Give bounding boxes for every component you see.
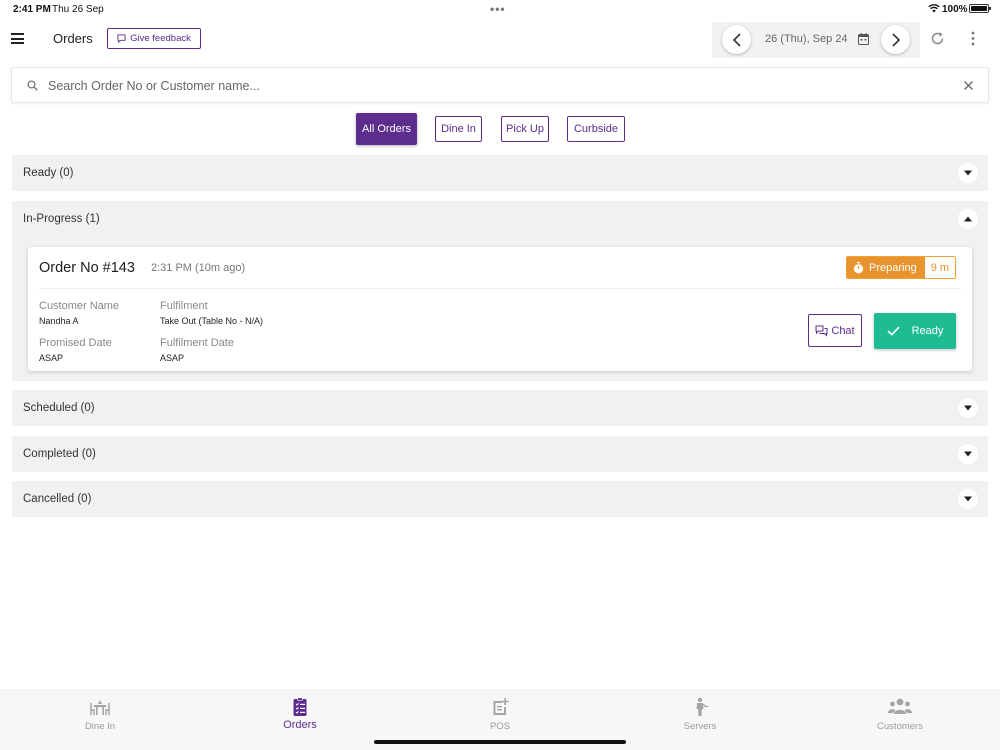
section-scheduled-title: Scheduled (0) (23, 402, 95, 414)
tab-servers-label: Servers (683, 721, 717, 732)
status-bar: 2:41 PM Thu 26 Sep ••• 100% (0, 0, 1000, 18)
section-completed: Completed (0) (12, 436, 988, 472)
promised-date-label: Promised Date (39, 337, 112, 349)
stopwatch-icon (853, 261, 864, 273)
tab-orders-label: Orders (283, 719, 317, 731)
tab-customers-label: Customers (877, 721, 923, 732)
previous-day-button[interactable] (722, 25, 751, 54)
chevron-right-icon (891, 32, 900, 47)
section-ready: Ready (0) (12, 155, 988, 191)
mark-ready-button[interactable]: Ready (874, 313, 956, 349)
receipt-add-icon (493, 698, 509, 715)
tab-orders[interactable]: Orders (245, 697, 355, 737)
chevron-left-icon (732, 32, 741, 47)
expand-scheduled-button[interactable] (958, 398, 978, 418)
fulfilment-date-value: ASAP (160, 353, 185, 363)
caret-down-icon (964, 170, 972, 176)
feedback-icon (117, 34, 126, 43)
caret-down-icon (964, 451, 972, 457)
menu-icon[interactable] (11, 33, 24, 44)
fulfilment-label: Fulfilment (160, 300, 208, 312)
order-card[interactable]: Order No #143 2:31 PM (10m ago) Preparin… (28, 247, 972, 371)
page-title: Orders (53, 31, 93, 46)
checkmark-icon (887, 326, 900, 336)
battery-percentage: 100% (942, 4, 968, 15)
wifi-icon (928, 4, 940, 13)
filter-pick-up[interactable]: Pick Up (501, 116, 549, 142)
chat-button[interactable]: Chat (808, 314, 862, 347)
section-scheduled-header[interactable]: Scheduled (0) (12, 390, 988, 426)
status-badge: Preparing 9 m (846, 256, 957, 279)
expand-completed-button[interactable] (958, 444, 978, 464)
battery-icon (969, 4, 991, 13)
filter-all-orders[interactable]: All Orders (356, 113, 417, 145)
date-navigator: 26 (Thu), Sep 24 (712, 22, 920, 58)
selected-date[interactable]: 26 (Thu), Sep 24 (765, 33, 848, 45)
clipboard-list-icon (293, 697, 307, 716)
section-ready-title: Ready (0) (23, 167, 74, 179)
multitasking-dots-icon[interactable]: ••• (490, 2, 506, 16)
status-label: Preparing (869, 261, 917, 274)
expand-ready-button[interactable] (958, 163, 978, 183)
section-in-progress: In-Progress (1) Order No #143 2:31 PM (1… (12, 201, 988, 381)
chat-label: Chat (831, 324, 855, 337)
table-chairs-icon (90, 700, 110, 715)
home-indicator[interactable] (374, 740, 626, 744)
filter-curbside[interactable]: Curbside (567, 116, 625, 142)
section-completed-title: Completed (0) (23, 448, 96, 460)
caret-down-icon (964, 405, 972, 411)
top-bar: Orders Give feedback 26 (Thu), Sep 24 (0, 20, 1000, 58)
section-completed-header[interactable]: Completed (0) (12, 436, 988, 472)
status-time: 2:41 PM (13, 4, 51, 15)
ready-label: Ready (911, 325, 944, 337)
filter-dine-in[interactable]: Dine In (435, 116, 482, 142)
order-time: 2:31 PM (10m ago) (151, 262, 246, 274)
section-cancelled: Cancelled (0) (12, 481, 988, 517)
search-icon (27, 80, 38, 91)
caret-up-icon (964, 216, 972, 222)
order-number: Order No #143 (39, 260, 135, 276)
tab-dine-in-label: Dine In (84, 721, 116, 732)
calendar-icon[interactable] (858, 33, 869, 45)
more-vertical-icon[interactable] (970, 31, 976, 46)
section-in-progress-title: In-Progress (1) (23, 213, 100, 225)
expand-cancelled-button[interactable] (958, 489, 978, 509)
close-icon[interactable] (963, 80, 974, 91)
refresh-icon[interactable] (930, 31, 945, 46)
card-divider (39, 288, 961, 289)
order-type-filters: All Orders Dine In Pick Up Curbside (0, 113, 1000, 145)
search-input[interactable] (48, 75, 928, 97)
tab-servers[interactable]: Servers (645, 697, 755, 737)
section-scheduled: Scheduled (0) (12, 390, 988, 426)
users-icon (888, 698, 912, 714)
status-preparing: Preparing (847, 257, 925, 278)
caret-down-icon (964, 496, 972, 502)
section-cancelled-header[interactable]: Cancelled (0) (12, 481, 988, 517)
elapsed-time: 9 m (924, 257, 956, 278)
waiter-icon (696, 697, 709, 716)
collapse-in-progress-button[interactable] (958, 209, 978, 229)
fulfilment-date-label: Fulfilment Date (160, 337, 234, 349)
tab-pos[interactable]: POS (445, 697, 555, 737)
fulfilment-value: Take Out (Table No - N/A) (160, 316, 264, 326)
status-date: Thu 26 Sep (52, 4, 104, 15)
customer-name-label: Customer Name (39, 300, 120, 312)
give-feedback-label: Give feedback (130, 33, 191, 44)
tab-customers[interactable]: Customers (845, 697, 955, 737)
section-cancelled-title: Cancelled (0) (23, 493, 92, 505)
search-bar (11, 67, 989, 103)
give-feedback-button[interactable]: Give feedback (107, 28, 201, 49)
next-day-button[interactable] (881, 25, 910, 54)
section-ready-header[interactable]: Ready (0) (12, 155, 988, 191)
tab-pos-label: POS (489, 721, 511, 732)
tab-dine-in[interactable]: Dine In (45, 697, 155, 737)
section-in-progress-header[interactable]: In-Progress (1) (12, 201, 988, 237)
promised-date-value: ASAP (39, 353, 64, 363)
customer-name-value: Nandha A (39, 316, 79, 326)
chat-bubbles-icon (815, 325, 828, 337)
